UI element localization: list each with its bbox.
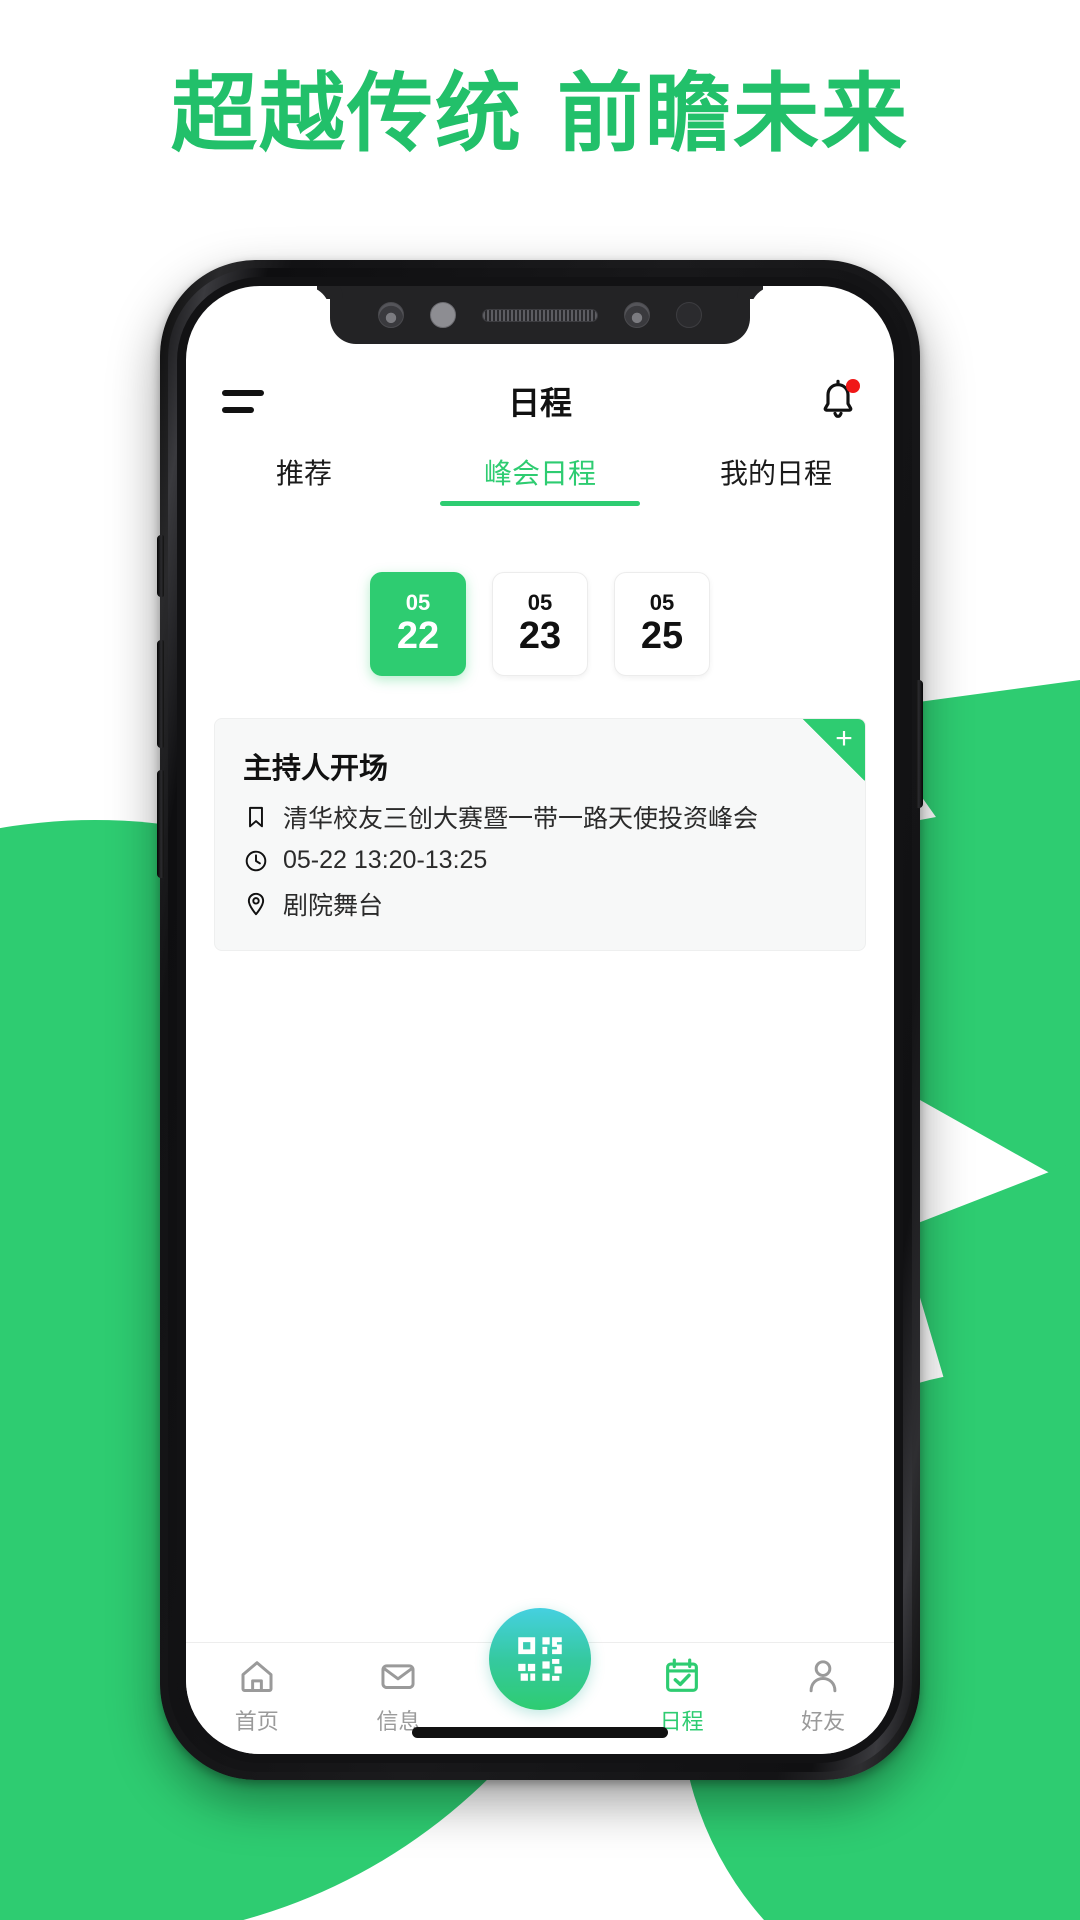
phone-mockup: 日程 推荐 峰会日程 我的日程 05 22 05 23 05 25 + 主持人开… bbox=[157, 260, 923, 1780]
tab-summit-schedule[interactable]: 峰会日程 bbox=[422, 444, 658, 506]
nav-item-messages[interactable]: 信息 bbox=[328, 1643, 470, 1736]
event-time: 05-22 13:20-13:25 bbox=[283, 846, 488, 874]
phone-button-volume-down[interactable] bbox=[157, 770, 164, 878]
tab-bar: 推荐 峰会日程 我的日程 bbox=[186, 444, 894, 518]
hamburger-line-2 bbox=[222, 406, 254, 413]
ambient-light-sensor-icon bbox=[676, 302, 702, 328]
mail-icon bbox=[381, 1664, 415, 1690]
qr-code-icon bbox=[518, 1637, 562, 1681]
date-chip-0525-month: 05 bbox=[649, 590, 675, 616]
nav-item-friends-label: 好友 bbox=[801, 1709, 846, 1734]
nav-item-friends[interactable]: 好友 bbox=[752, 1643, 894, 1736]
phone-button-mute[interactable] bbox=[157, 535, 164, 597]
tab-my-schedule-label: 我的日程 bbox=[719, 458, 832, 489]
bookmark-icon bbox=[249, 806, 263, 828]
tab-recommend-label: 推荐 bbox=[275, 458, 332, 489]
tab-summit-schedule-label: 峰会日程 bbox=[483, 458, 596, 489]
nav-item-home-label: 首页 bbox=[234, 1709, 279, 1734]
tab-active-underline bbox=[440, 501, 640, 506]
front-camera-icon bbox=[378, 302, 404, 328]
event-location: 剧院舞台 bbox=[283, 892, 384, 920]
person-icon bbox=[809, 1660, 837, 1693]
app-header: 日程 bbox=[186, 358, 894, 444]
proximity-sensor-icon bbox=[430, 302, 456, 328]
location-pin-icon bbox=[247, 892, 265, 916]
calendar-check-icon bbox=[665, 1658, 698, 1692]
date-chip-0525-day: 25 bbox=[640, 614, 684, 657]
qr-scan-button[interactable] bbox=[489, 1608, 591, 1710]
event-title: 主持人开场 bbox=[243, 753, 389, 785]
tab-my-schedule[interactable]: 我的日程 bbox=[658, 444, 894, 492]
date-chip-0522-month: 05 bbox=[405, 590, 431, 616]
event-summit-row: 清华校友三创大赛暨一带一路天使投资峰会 bbox=[243, 799, 837, 835]
plus-icon[interactable]: + bbox=[831, 724, 857, 754]
phone-screen: 日程 推荐 峰会日程 我的日程 05 22 05 23 05 25 + 主持人开… bbox=[186, 286, 894, 1754]
event-summit-name: 清华校友三创大赛暨一带一路天使投资峰会 bbox=[283, 805, 759, 833]
schedule-list: + 主持人开场 清华校友三创大赛暨一带一路天使投资峰会 05-22 13:20-… bbox=[214, 718, 866, 951]
event-location-row: 剧院舞台 bbox=[243, 886, 837, 922]
hamburger-line-1 bbox=[222, 389, 264, 396]
home-icon bbox=[241, 1661, 273, 1693]
date-chip-0522[interactable]: 05 22 bbox=[370, 572, 466, 676]
nav-item-schedule[interactable]: 日程 bbox=[611, 1643, 753, 1736]
date-chip-0523-month: 05 bbox=[527, 590, 553, 616]
date-chip-0525[interactable]: 05 25 bbox=[614, 572, 710, 676]
hamburger-menu-icon[interactable] bbox=[222, 389, 266, 413]
home-indicator bbox=[412, 1727, 668, 1738]
earpiece-speaker-icon bbox=[482, 308, 598, 322]
date-chip-0522-day: 22 bbox=[396, 614, 440, 657]
secondary-camera-icon bbox=[624, 302, 650, 328]
date-chip-0523[interactable]: 05 23 bbox=[492, 572, 588, 676]
page-headline: 超越传统 前瞻未来 bbox=[0, 0, 1080, 210]
headline-part-1: 超越传统 bbox=[171, 63, 523, 164]
date-selector: 05 22 05 23 05 25 bbox=[186, 572, 894, 676]
notification-button[interactable] bbox=[814, 379, 860, 423]
phone-button-power[interactable] bbox=[916, 680, 923, 808]
event-card[interactable]: + 主持人开场 清华校友三创大赛暨一带一路天使投资峰会 05-22 13:20-… bbox=[214, 718, 866, 951]
nav-item-home[interactable]: 首页 bbox=[186, 1643, 328, 1736]
tab-recommend[interactable]: 推荐 bbox=[186, 444, 422, 492]
page-title: 日程 bbox=[507, 385, 572, 421]
phone-button-volume-up[interactable] bbox=[157, 640, 164, 748]
clock-icon bbox=[245, 850, 267, 871]
date-chip-0523-day: 23 bbox=[518, 614, 562, 657]
headline-part-2: 前瞻未来 bbox=[557, 63, 909, 164]
notification-badge-dot bbox=[846, 379, 860, 393]
headline-text: 超越传统 前瞻未来 bbox=[171, 43, 909, 168]
event-time-row: 05-22 13:20-13:25 bbox=[243, 846, 837, 875]
phone-notch bbox=[330, 286, 750, 344]
